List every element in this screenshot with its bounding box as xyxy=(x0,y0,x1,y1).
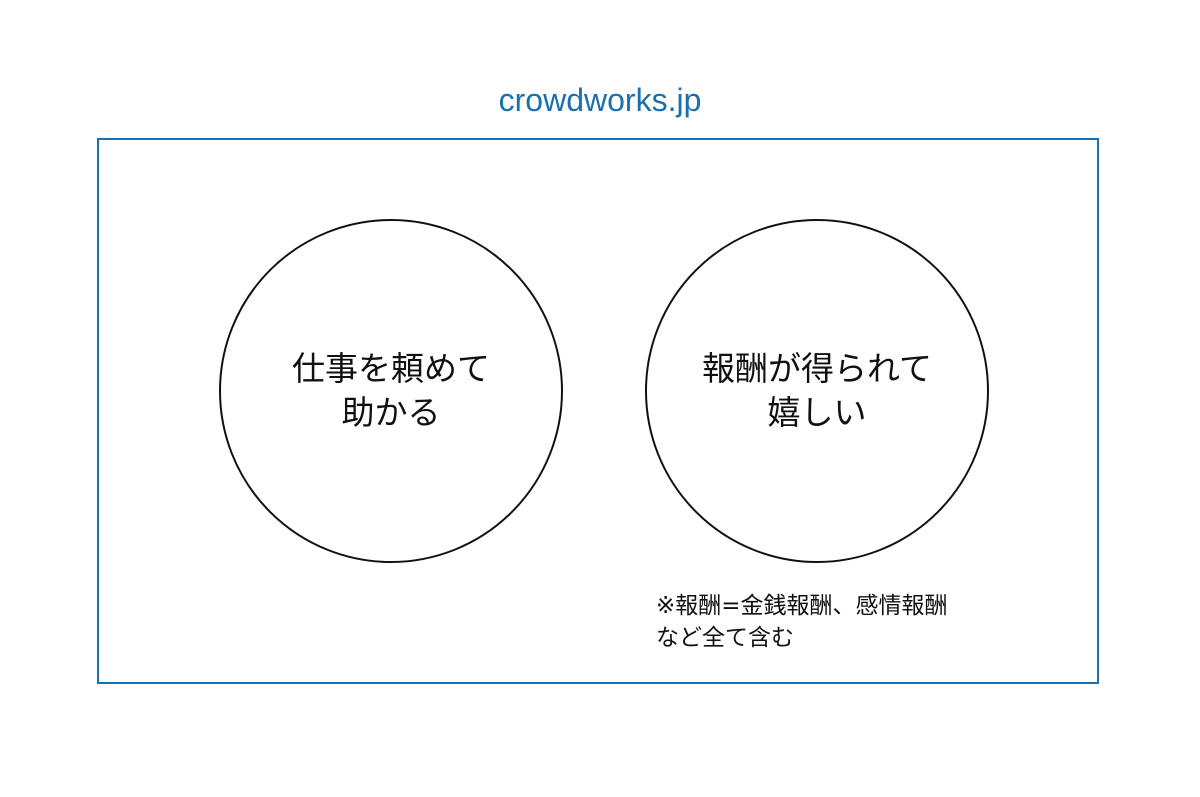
left-circle-line-2: 助かる xyxy=(341,393,441,432)
footnote-line-2: など全て含む xyxy=(656,625,794,651)
right-circle-line-2: 嬉しい xyxy=(767,393,867,432)
left-circle: 仕事を頼めて 助かる xyxy=(219,219,563,563)
page-title: crowdworks.jp xyxy=(498,82,702,118)
footnote: ※報酬=金銭報酬、感情報酬 など全て含む xyxy=(656,590,948,654)
left-circle-line-1: 仕事を頼めて xyxy=(292,349,490,388)
right-circle-text: 報酬が得られて 嬉しい xyxy=(702,347,932,435)
right-circle: 報酬が得られて 嬉しい xyxy=(645,219,989,563)
right-circle-line-1: 報酬が得られて xyxy=(701,349,932,388)
footnote-line-1: ※報酬=金銭報酬、感情報酬 xyxy=(656,593,948,619)
left-circle-text: 仕事を頼めて 助かる xyxy=(292,347,490,435)
